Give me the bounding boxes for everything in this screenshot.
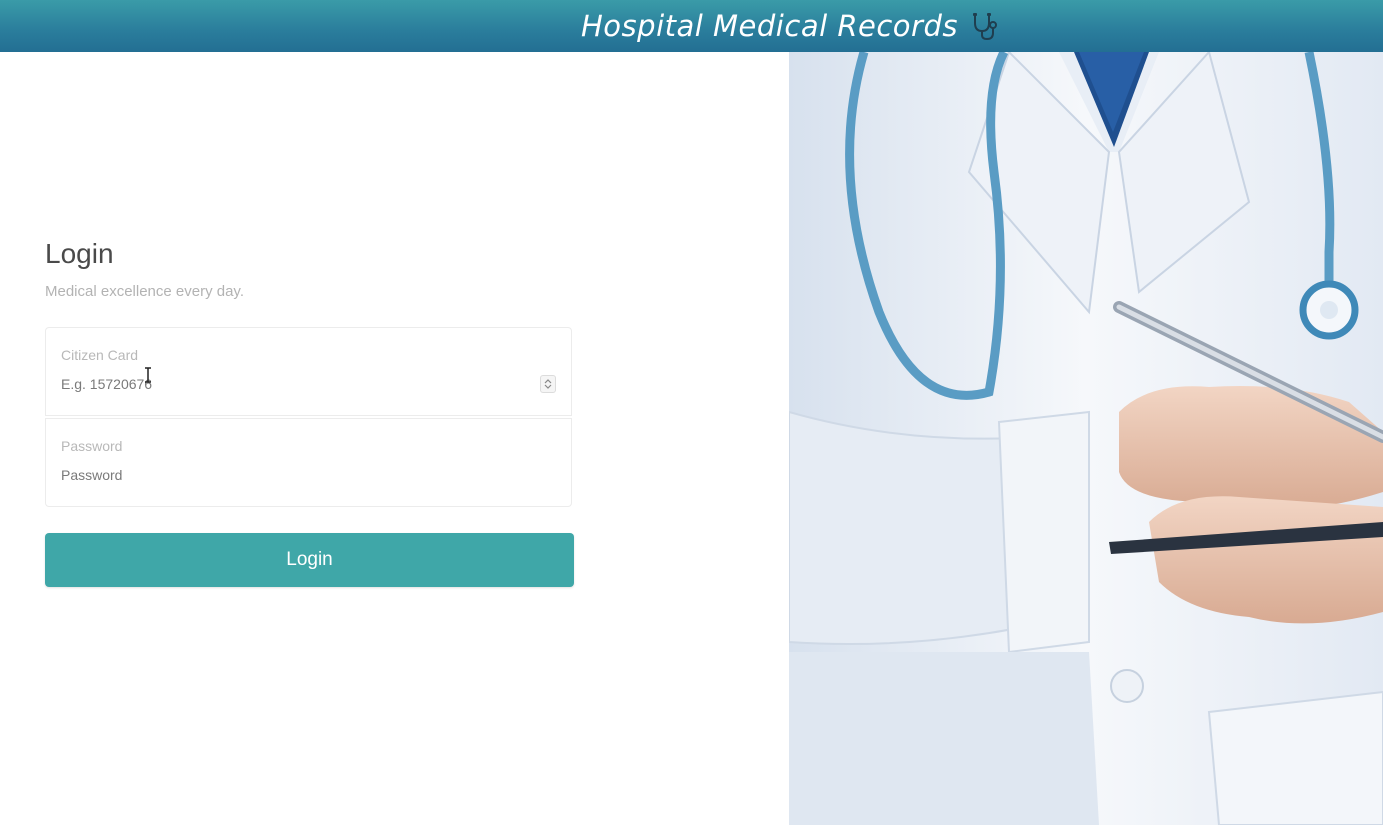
text-cursor-icon (145, 367, 151, 383)
app-title: Hospital Medical Records (581, 9, 1002, 43)
spinner-arrows-icon (544, 379, 552, 389)
password-input[interactable] (61, 464, 531, 486)
password-field[interactable]: Password (45, 418, 572, 507)
number-spinner[interactable] (540, 375, 556, 393)
citizen-card-input[interactable] (61, 373, 531, 395)
doctor-illustration (789, 52, 1383, 825)
citizen-card-label: Citizen Card (61, 347, 139, 363)
login-panel: Login Medical excellence every day. Citi… (0, 52, 789, 825)
stethoscope-icon (970, 11, 1002, 41)
citizen-card-field[interactable]: Citizen Card (45, 327, 572, 416)
login-subtitle: Medical excellence every day. (45, 283, 244, 300)
password-label: Password (61, 438, 123, 454)
app-title-text: Hospital Medical Records (581, 9, 958, 43)
login-heading: Login (45, 238, 114, 269)
doctor-photo (789, 52, 1383, 825)
login-button[interactable]: Login (45, 533, 574, 587)
app-header: Hospital Medical Records (0, 0, 1383, 52)
